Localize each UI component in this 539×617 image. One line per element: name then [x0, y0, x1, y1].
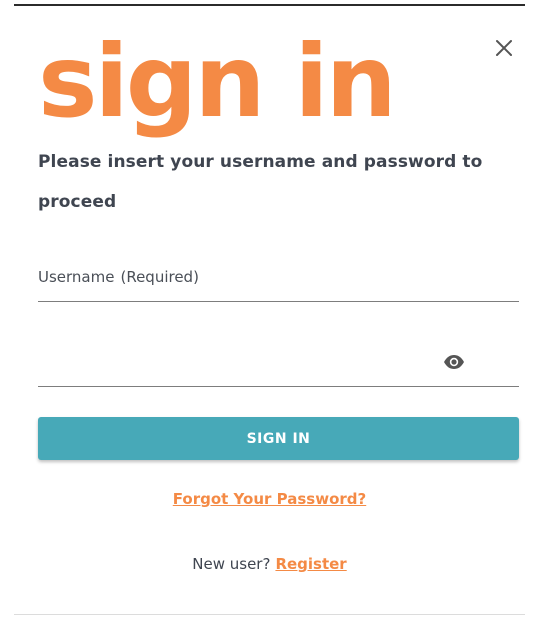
top-divider	[14, 4, 525, 6]
username-field-container: Username (Required)	[38, 262, 519, 302]
toggle-password-visibility-button[interactable]	[443, 354, 465, 370]
password-field-container	[38, 340, 519, 387]
bottom-divider	[14, 614, 525, 615]
register-link[interactable]: Register	[275, 555, 346, 573]
page-title: sign in	[38, 23, 397, 140]
forgot-password-row: Forgot Your Password?	[0, 490, 539, 508]
forgot-password-link[interactable]: Forgot Your Password?	[173, 490, 366, 508]
username-input[interactable]	[38, 262, 519, 301]
instructions-text: Please insert your username and password…	[38, 152, 483, 212]
new-user-text: New user?	[192, 555, 271, 573]
close-icon	[496, 40, 512, 56]
close-button[interactable]	[492, 36, 516, 60]
eye-icon	[444, 355, 464, 369]
sign-in-button[interactable]: SIGN IN	[38, 417, 519, 460]
register-row: New user? Register	[0, 555, 539, 573]
